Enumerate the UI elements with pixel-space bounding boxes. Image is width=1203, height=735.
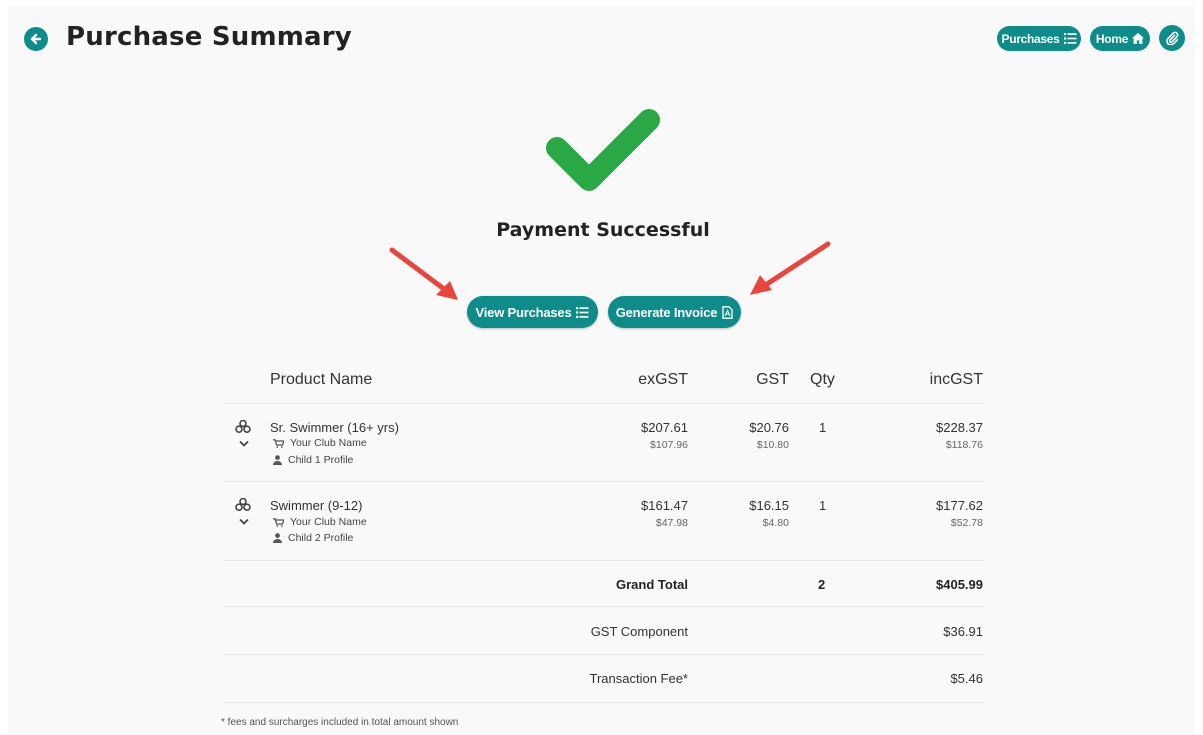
grand-total-value: $405.99 <box>936 577 983 592</box>
product-profile: Child 1 Profile <box>273 454 353 466</box>
chevron-down-icon[interactable] <box>239 518 249 525</box>
table-divider <box>224 560 984 561</box>
paperclip-icon <box>1166 31 1179 45</box>
column-header-gst: GST <box>756 371 789 388</box>
profile-name: Child 2 Profile <box>288 532 354 544</box>
gst-sub-value: $4.80 <box>762 517 789 529</box>
home-button[interactable]: Home <box>1090 26 1150 51</box>
chevron-down-icon[interactable] <box>239 440 249 447</box>
purchases-button[interactable]: Purchases <box>997 26 1081 51</box>
user-icon <box>273 533 282 543</box>
back-arrow-icon <box>30 33 42 45</box>
incgst-sub-value: $118.76 <box>945 439 983 451</box>
gst-sub-value: $10.80 <box>756 439 789 451</box>
table-divider <box>224 702 984 703</box>
cubes-icon <box>235 497 251 514</box>
payment-status-message: Payment Successful <box>496 219 710 241</box>
product-name: Swimmer (9-12) <box>270 498 363 513</box>
list-icon <box>1063 33 1076 44</box>
annotation-arrow-left <box>389 247 458 300</box>
cart-icon <box>273 438 284 448</box>
exgst-sub-value: $107.96 <box>650 439 688 451</box>
purchase-summary-page: Purchase Summary Purchases Home Payment … <box>8 6 1195 735</box>
purchases-button-label: Purchases <box>1001 31 1060 46</box>
generate-invoice-button[interactable]: Generate Invoice <box>608 296 741 328</box>
table-divider <box>224 481 984 482</box>
back-button[interactable] <box>24 27 48 51</box>
product-club: Your Club Name <box>273 516 367 528</box>
pdf-icon <box>722 305 733 319</box>
table-divider <box>224 654 984 655</box>
incgst-sub-value: $52.78 <box>950 517 983 529</box>
cart-icon <box>273 517 284 527</box>
user-icon <box>273 455 282 465</box>
table-divider <box>224 606 984 607</box>
exgst-value: $161.47 <box>641 498 688 513</box>
table-divider <box>224 403 984 404</box>
gst-component-label: GST Component <box>590 624 688 639</box>
transaction-fee-label: Transaction Fee* <box>589 671 688 686</box>
product-profile: Child 2 Profile <box>273 532 353 544</box>
page-title: Purchase Summary <box>66 22 352 52</box>
product-name: Sr. Swimmer (16+ yrs) <box>270 420 399 435</box>
list-icon <box>576 306 589 318</box>
profile-name: Child 1 Profile <box>288 454 354 466</box>
exgst-sub-value: $47.98 <box>655 517 688 529</box>
qty-value: 1 <box>819 420 827 435</box>
gst-component-value: $36.91 <box>943 624 983 639</box>
gst-value: $20.76 <box>749 420 789 435</box>
home-icon <box>1132 33 1145 44</box>
incgst-value: $177.62 <box>936 498 983 513</box>
checkmark-icon <box>546 109 660 191</box>
club-name: Your Club Name <box>290 516 367 528</box>
attachment-button[interactable] <box>1159 25 1185 51</box>
gst-value: $16.15 <box>749 498 789 513</box>
column-header-qty: Qty <box>810 371 835 388</box>
grand-total-label: Grand Total <box>616 577 688 592</box>
club-name: Your Club Name <box>290 437 367 449</box>
column-header-incgst: incGST <box>929 371 983 388</box>
cubes-icon <box>235 419 251 436</box>
exgst-value: $207.61 <box>641 420 688 435</box>
home-button-label: Home <box>1095 31 1129 46</box>
grand-total-qty: 2 <box>818 577 826 592</box>
annotation-arrow-right <box>750 241 831 295</box>
incgst-value: $228.37 <box>936 420 983 435</box>
generate-invoice-label: Generate Invoice <box>615 304 718 320</box>
qty-value: 1 <box>819 498 827 513</box>
column-header-product: Product Name <box>270 371 373 388</box>
footnote: * fees and surcharges included in total … <box>221 717 459 728</box>
product-club: Your Club Name <box>273 437 367 449</box>
column-header-exgst: exGST <box>638 371 688 388</box>
view-purchases-button[interactable]: View Purchases <box>467 296 598 328</box>
view-purchases-label: View Purchases <box>475 304 572 320</box>
transaction-fee-value: $5.46 <box>950 671 983 686</box>
